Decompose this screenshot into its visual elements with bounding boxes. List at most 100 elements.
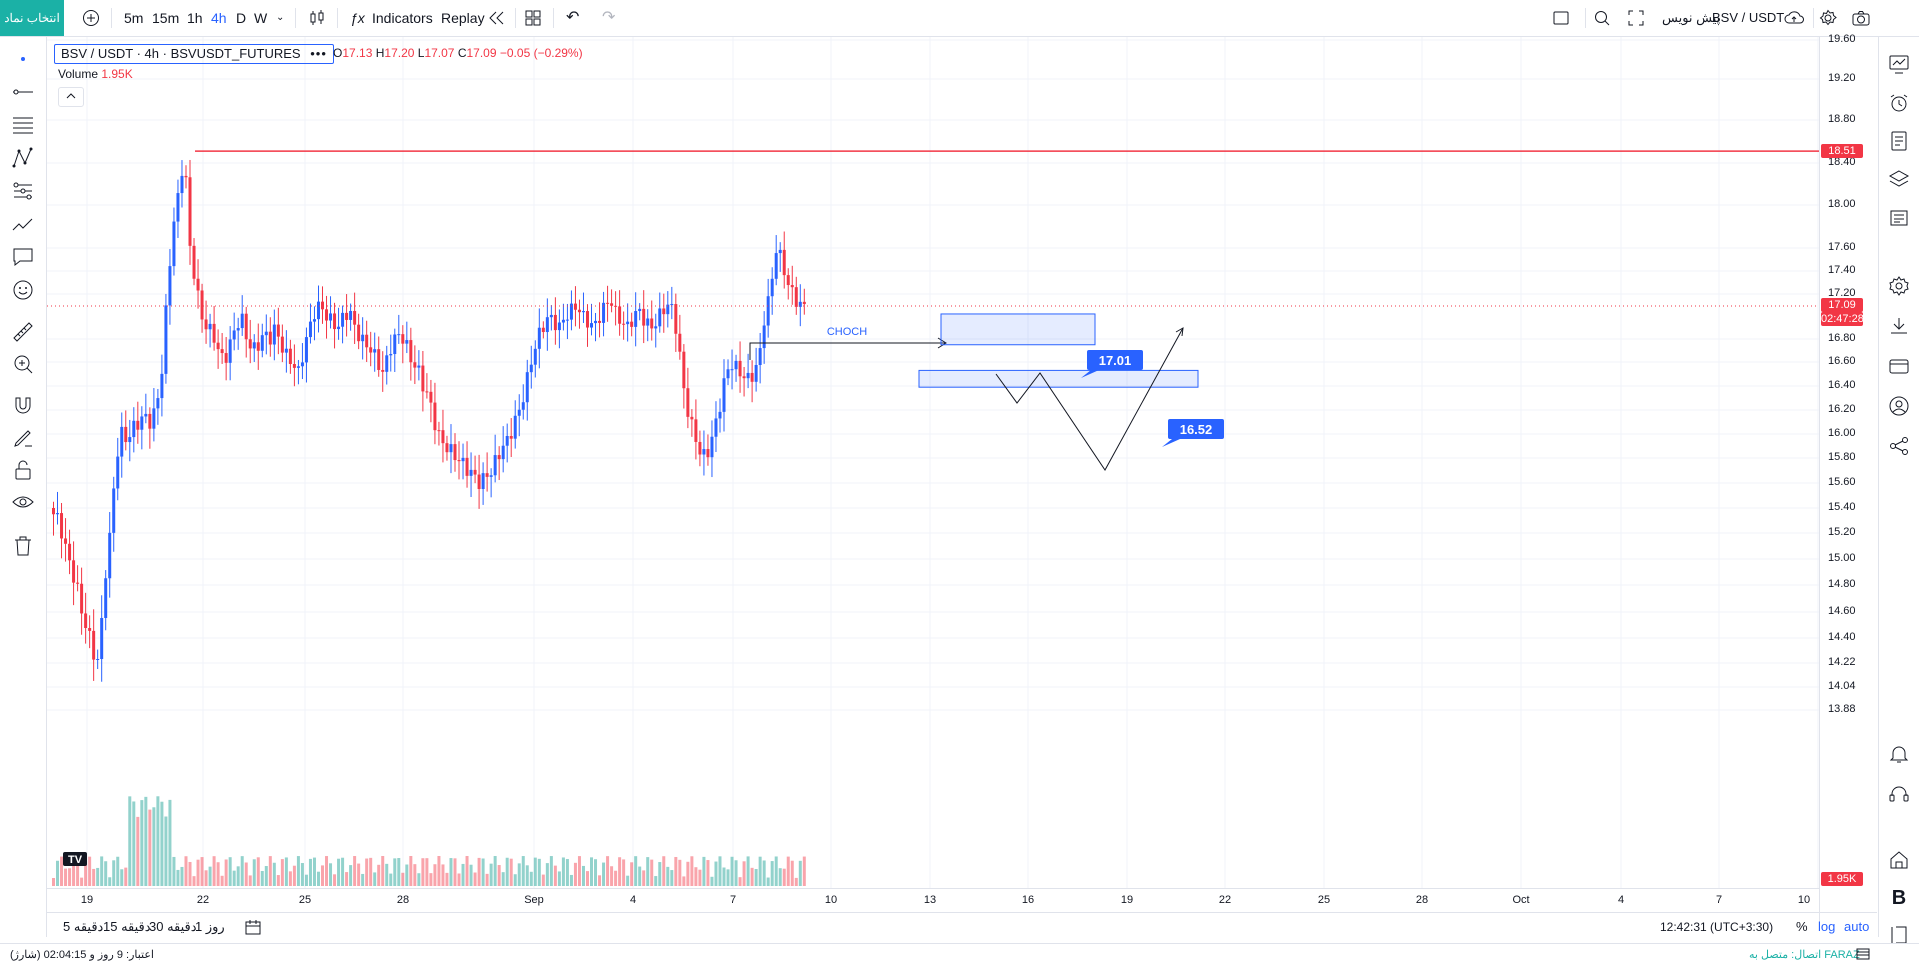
- interval-5m[interactable]: 5m: [124, 0, 143, 36]
- magnet-icon[interactable]: [11, 394, 35, 418]
- indicators-button[interactable]: Indicators: [372, 0, 433, 36]
- volume-bar: [517, 863, 521, 886]
- range-30-min[interactable]: 30 دقیقه: [149, 919, 197, 935]
- layout-icon[interactable]: [524, 0, 542, 36]
- range-1-day[interactable]: 1 روز: [195, 919, 225, 935]
- camera-icon[interactable]: [1851, 0, 1871, 36]
- volume-bar: [321, 865, 325, 886]
- news-icon[interactable]: [1888, 207, 1910, 229]
- candles-icon[interactable]: [308, 0, 326, 36]
- chevron-down-icon[interactable]: ⌄: [276, 0, 284, 36]
- symbol-legend[interactable]: BSV / USDT · 4h · BSVUSDT_FUTURES •••: [54, 44, 334, 64]
- fullscreen-box-icon[interactable]: [1552, 0, 1570, 36]
- candle-body: [710, 436, 714, 458]
- volume-legend[interactable]: Volume 1.95K: [58, 67, 133, 81]
- replay-button[interactable]: Replay: [441, 0, 485, 36]
- range-5-min[interactable]: 5 دقیقه: [63, 919, 103, 935]
- time-scale[interactable]: 19 22 25 28 Sep 4 7 10 13 16 19 22 25 28 Oct 4 7 10: [47, 888, 1819, 913]
- log-toggle[interactable]: log: [1818, 919, 1835, 934]
- symbol-title[interactable]: BSV / USDT: [1712, 0, 1784, 36]
- candle-body: [200, 290, 204, 320]
- candle-body: [718, 411, 722, 419]
- candle-body: [405, 340, 409, 344]
- interval-w[interactable]: W: [254, 0, 267, 36]
- emoji-icon[interactable]: [11, 278, 35, 302]
- candle-body: [421, 365, 425, 392]
- volume-bar: [722, 867, 726, 886]
- volume-bar: [136, 816, 140, 886]
- demand-zone-2[interactable]: [918, 369, 1199, 388]
- candle-body: [634, 311, 638, 327]
- interval-15m[interactable]: 15m: [152, 0, 179, 36]
- zoom-in-icon[interactable]: [11, 352, 35, 376]
- volume-bar: [316, 871, 320, 886]
- zone-2-label[interactable]: 16.52: [1162, 419, 1224, 447]
- bold-b-icon[interactable]: B: [1888, 887, 1910, 909]
- candle-body: [393, 334, 397, 355]
- price-tick: 14.04: [1828, 680, 1856, 692]
- percent-toggle[interactable]: %: [1796, 919, 1808, 934]
- chart-settings-icon[interactable]: [1888, 275, 1910, 297]
- settings-icon[interactable]: [1819, 0, 1837, 36]
- undo-icon[interactable]: ↶: [566, 0, 579, 36]
- maximize-icon[interactable]: [1627, 0, 1645, 36]
- candle-body: [774, 253, 778, 279]
- price-tick: 14.60: [1828, 605, 1856, 617]
- fib-lines-icon[interactable]: [11, 113, 35, 137]
- price-scale[interactable]: 19.60 19.20 18.80 18.40 18.00 17.60 17.40 17.20…: [1819, 33, 1878, 923]
- home-icon[interactable]: [1888, 849, 1910, 871]
- wallet-icon[interactable]: [1888, 355, 1910, 377]
- zoom-search-icon[interactable]: [1593, 0, 1611, 36]
- candle-body: [112, 488, 116, 533]
- clock-display[interactable]: 12:42:31 (UTC+3:30): [1660, 920, 1773, 934]
- redo-icon[interactable]: ↷: [602, 0, 615, 36]
- brush-icon[interactable]: [11, 212, 35, 236]
- select-symbol-button[interactable]: انتخاب نماد: [0, 0, 64, 36]
- cloud-icon[interactable]: [1783, 0, 1805, 36]
- volume-bar: [112, 860, 116, 886]
- account-icon[interactable]: [1888, 395, 1910, 417]
- trash-icon[interactable]: [11, 534, 35, 558]
- notifications-icon[interactable]: [1888, 743, 1910, 765]
- prediction-icon[interactable]: [11, 179, 35, 203]
- volume-bar: [264, 866, 268, 886]
- candle-body: [497, 455, 501, 460]
- range-15-min[interactable]: 15 دقیقه: [103, 919, 151, 935]
- demand-zone-1[interactable]: [940, 313, 1096, 346]
- lock-icon[interactable]: [11, 458, 35, 482]
- text-note-icon[interactable]: [11, 245, 35, 269]
- watchlist-icon[interactable]: [1888, 53, 1910, 75]
- top-toolbar: انتخاب نماد 5m 15m 1h 4h D W ⌄ ƒx Indica…: [0, 0, 1919, 37]
- ruler-icon[interactable]: [11, 320, 35, 344]
- projection-path[interactable]: [995, 327, 1184, 471]
- interval-d[interactable]: D: [236, 0, 246, 36]
- layers-icon[interactable]: [1888, 168, 1910, 190]
- download-icon[interactable]: [1888, 315, 1910, 337]
- auto-toggle[interactable]: auto: [1844, 919, 1869, 934]
- date-range-icon[interactable]: [243, 919, 263, 940]
- price-chart[interactable]: CHOCH 17.01 16.52 TV: [47, 37, 1819, 923]
- draw-mode-icon[interactable]: [11, 426, 35, 450]
- trend-line-icon[interactable]: [11, 80, 35, 104]
- add-symbol-icon[interactable]: [82, 0, 100, 36]
- candle-body: [638, 308, 642, 312]
- support-headset-icon[interactable]: [1888, 783, 1910, 805]
- storage-icon[interactable]: [1856, 948, 1870, 963]
- interval-1h[interactable]: 1h: [187, 0, 203, 36]
- indicators-icon[interactable]: ƒx: [350, 0, 365, 36]
- candle-body: [429, 391, 433, 403]
- analysis-drawings[interactable]: CHOCH 17.01 16.52: [749, 313, 1224, 471]
- share-icon[interactable]: [1888, 435, 1910, 457]
- alarm-icon[interactable]: [1888, 92, 1910, 114]
- legend-more-icon[interactable]: •••: [310, 46, 327, 61]
- eye-icon[interactable]: [11, 490, 35, 514]
- pattern-icon[interactable]: [11, 146, 35, 170]
- replay-icon[interactable]: [487, 0, 507, 36]
- candle-body: [730, 369, 734, 371]
- notes-icon[interactable]: [1888, 130, 1910, 152]
- volume-bar: [678, 859, 682, 886]
- choch-line[interactable]: [749, 342, 945, 360]
- interval-4h[interactable]: 4h: [211, 0, 227, 36]
- collapse-legend-button[interactable]: [58, 87, 84, 107]
- cursor-dot-icon[interactable]: [11, 47, 35, 71]
